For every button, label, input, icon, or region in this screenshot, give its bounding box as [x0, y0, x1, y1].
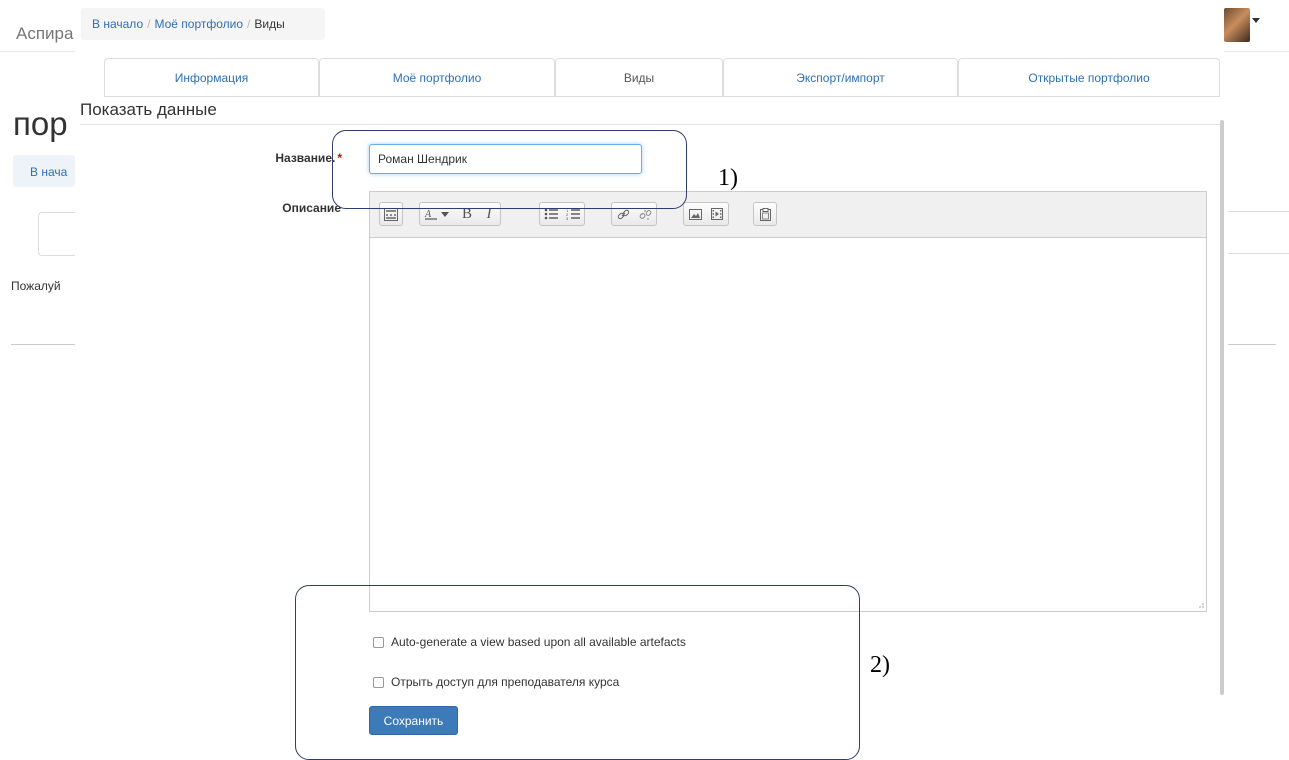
- user-avatar[interactable]: [1224, 8, 1250, 42]
- section-title: Показать данные: [80, 100, 217, 119]
- tabs-divider: [104, 96, 1220, 97]
- tab-views[interactable]: Виды: [555, 58, 723, 97]
- tab-open-portfolios[interactable]: Открытые портфолио: [958, 58, 1220, 97]
- background-divider: [11, 344, 75, 345]
- background-divider: [1228, 211, 1289, 212]
- description-editor[interactable]: [369, 191, 1207, 612]
- callout-box-1: [332, 130, 687, 209]
- breadcrumb-portfolio[interactable]: Моё портфолио: [154, 17, 243, 31]
- svg-text:3: 3: [566, 216, 569, 220]
- paste-icon[interactable]: [754, 203, 776, 225]
- breadcrumb-current: Виды: [254, 17, 285, 31]
- toolbar-group: [753, 202, 777, 226]
- portfolio-tabs: Информация Моё портфолио Виды Экспорт/им…: [104, 58, 1220, 97]
- callout-label-2: 2): [870, 652, 890, 678]
- callout-label-1: 1): [718, 165, 738, 191]
- name-label-text: Название.: [275, 151, 336, 165]
- tab-export-import[interactable]: Экспорт/импорт: [723, 58, 958, 97]
- image-icon[interactable]: [684, 203, 706, 225]
- callout-box-2: [295, 585, 860, 760]
- breadcrumb: В начало / Моё портфолио / Виды: [81, 8, 325, 40]
- background-page-heading: пор: [13, 105, 68, 142]
- name-label: Название. *: [250, 151, 342, 165]
- breadcrumb-separator: /: [147, 17, 151, 31]
- background-box: [38, 212, 79, 256]
- breadcrumb-separator: /: [247, 17, 251, 31]
- background-divider: [1228, 253, 1289, 254]
- tab-my-portfolio[interactable]: Моё портфолио: [319, 58, 555, 97]
- section-divider: [80, 124, 1220, 125]
- description-label: Описание: [282, 201, 341, 215]
- background-divider: [1228, 344, 1276, 345]
- background-home-button[interactable]: В нача: [13, 155, 75, 187]
- tab-info[interactable]: Информация: [104, 58, 319, 97]
- breadcrumb-home[interactable]: В начало: [92, 17, 143, 31]
- media-icon[interactable]: [706, 203, 728, 225]
- panel-scrollbar[interactable]: [1220, 120, 1224, 695]
- toolbar-group: [683, 202, 729, 226]
- chevron-down-icon[interactable]: [1252, 18, 1260, 23]
- svg-text:A: A: [424, 209, 432, 220]
- background-text: Пожалуй: [11, 279, 61, 293]
- resize-handle-icon[interactable]: [1196, 600, 1204, 608]
